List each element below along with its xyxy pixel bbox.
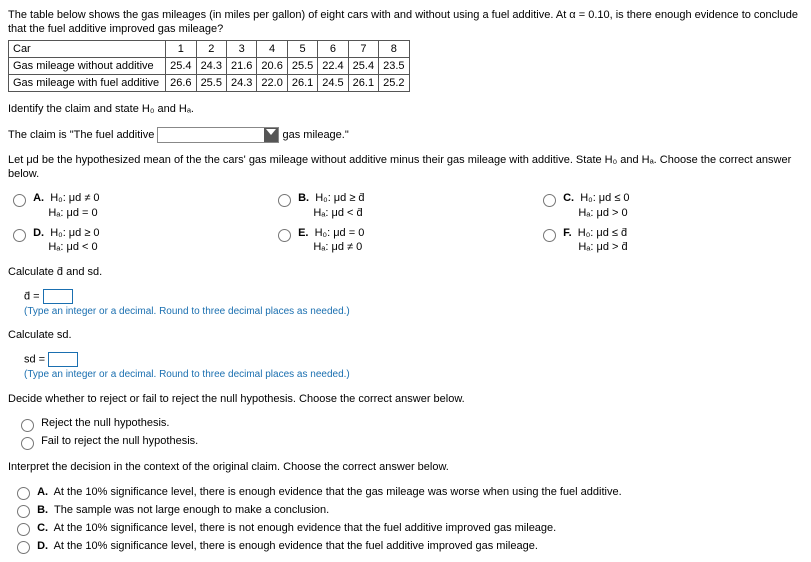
interp-c-radio[interactable] (17, 523, 30, 536)
reject-radio[interactable] (21, 419, 34, 432)
interp-d-letter: D. (37, 540, 48, 552)
option-f: F. H₀: μd ≤ d̄ Hₐ: μd > d̄ (563, 226, 628, 255)
fail-reject-label: Fail to reject the null hypothesis. (41, 435, 198, 447)
interp-a-letter: A. (37, 486, 48, 498)
option-e: E. H₀: μd = 0 Hₐ: μd ≠ 0 (298, 226, 364, 255)
let-line: Let μd be the hypothesized mean of the t… (8, 153, 803, 182)
row-header-with: Gas mileage with fuel additive (9, 75, 166, 92)
interp-c-letter: C. (37, 522, 48, 534)
dbar-label: d̄ = (24, 290, 43, 302)
interp-b-letter: B. (37, 504, 48, 516)
option-d-radio[interactable] (13, 229, 26, 242)
option-b: B. H₀: μd ≥ d̄ Hₐ: μd < d̄ (298, 191, 364, 220)
interp-a-text: At the 10% significance level, there is … (54, 486, 622, 498)
option-d: D. H₀: μd ≥ 0 Hₐ: μd < 0 (33, 226, 99, 255)
claim-post: gas mileage." (282, 129, 348, 141)
option-a: A. H₀: μd ≠ 0 Hₐ: μd = 0 (33, 191, 99, 220)
data-table: Car 1 2 3 4 5 6 7 8 Gas mileage without … (8, 40, 410, 93)
claim-dropdown[interactable] (157, 127, 279, 143)
intro-text: The table below shows the gas mileages (… (8, 8, 803, 37)
row-header-without: Gas mileage without additive (9, 57, 166, 74)
option-e-radio[interactable] (278, 229, 291, 242)
option-b-radio[interactable] (278, 194, 291, 207)
dbar-note: (Type an integer or a decimal. Round to … (24, 306, 350, 317)
fail-reject-radio[interactable] (21, 437, 34, 450)
interp-d-text: At the 10% significance level, there is … (54, 540, 538, 552)
option-c: C. H₀: μd ≤ 0 Hₐ: μd > 0 (563, 191, 629, 220)
reject-label: Reject the null hypothesis. (41, 417, 169, 429)
sd-label: sd = (24, 354, 48, 366)
interpret-prompt: Interpret the decision in the context of… (8, 460, 803, 474)
dbar-input[interactable] (43, 289, 73, 304)
interp-d-radio[interactable] (17, 541, 30, 554)
row-header-car: Car (9, 40, 166, 57)
option-a-radio[interactable] (13, 194, 26, 207)
interp-b-text: The sample was not large enough to make … (54, 504, 329, 516)
identify-prompt: Identify the claim and state H₀ and Hₐ. (8, 102, 803, 116)
decide-prompt: Decide whether to reject or fail to reje… (8, 392, 803, 406)
option-f-radio[interactable] (543, 229, 556, 242)
claim-pre: The claim is "The fuel additive (8, 129, 157, 141)
calc-sd-label: Calculate sd. (8, 328, 803, 342)
sd-note: (Type an integer or a decimal. Round to … (24, 369, 350, 380)
interp-a-radio[interactable] (17, 487, 30, 500)
chevron-down-icon (266, 129, 276, 135)
option-c-radio[interactable] (543, 194, 556, 207)
interp-c-text: At the 10% significance level, there is … (54, 522, 557, 534)
calc-d-sd-label: Calculate d̄ and sd. (8, 265, 803, 279)
sd-input[interactable] (48, 352, 78, 367)
interp-b-radio[interactable] (17, 505, 30, 518)
